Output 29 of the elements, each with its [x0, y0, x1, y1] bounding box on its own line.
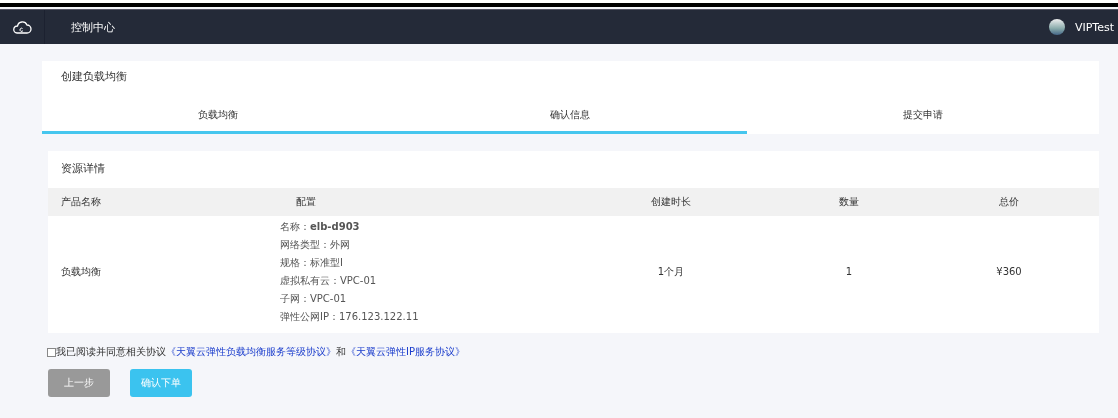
config-line: 子网：VPC-01	[280, 292, 348, 305]
config-line: 名称：elb-d903	[280, 220, 361, 233]
wizard-step[interactable]: 提交申请	[746, 108, 1099, 134]
config-line: 虚拟私有云：VPC-01	[280, 274, 378, 287]
config-line: 规格：标准型I	[280, 256, 344, 269]
nav-title[interactable]: 控制中心	[71, 19, 115, 35]
conjunction: 和	[336, 345, 346, 359]
agreement-link[interactable]: 《天翼云弹性负载均衡服务等级协议》	[166, 345, 336, 359]
card-title: 创建负载均衡	[60, 69, 128, 85]
cloud-icon[interactable]	[12, 20, 32, 34]
table-cell-text: 负载均衡	[60, 264, 102, 279]
column-header: 创建时长	[650, 195, 692, 209]
column-header: 产品名称	[60, 195, 102, 209]
config-line: 网络类型：外网	[280, 238, 351, 251]
user-avatar[interactable]	[1048, 19, 1065, 35]
config-line: 弹性公网IP：176.123.122.11	[280, 310, 420, 323]
user-name[interactable]: VIPTest	[1074, 20, 1114, 34]
column-header: 总价	[998, 195, 1020, 209]
column-header: 配置	[295, 195, 317, 209]
agree-checkbox[interactable]	[47, 347, 56, 357]
table-cell-text: 1	[844, 266, 854, 277]
table-cell-text: ¥360	[995, 266, 1023, 277]
agree-label: 我已阅读并同意相关协议	[56, 345, 166, 359]
wizard-step[interactable]: 负载均衡	[42, 108, 395, 134]
card-title: 资源详情	[60, 161, 106, 177]
agreement-link[interactable]: 《天翼云弹性IP服务协议》	[346, 345, 465, 359]
column-header: 数量	[838, 195, 860, 209]
wizard-step[interactable]: 确认信息	[394, 108, 747, 134]
table-cell-text: 1个月	[656, 264, 686, 279]
